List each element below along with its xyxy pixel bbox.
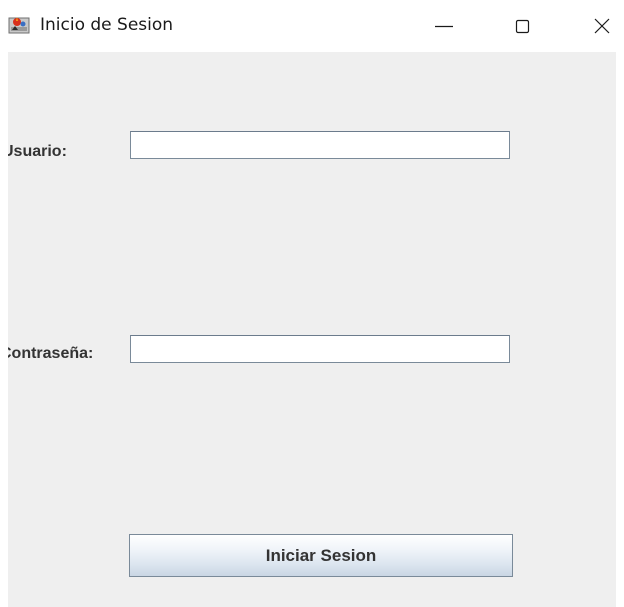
close-icon: [594, 18, 610, 34]
login-button[interactable]: Iniciar Sesion: [129, 534, 513, 577]
minimize-button[interactable]: [418, 0, 470, 52]
login-form-panel: Usuario: Contraseña: Iniciar Sesion: [8, 52, 616, 607]
login-window: Inicio de Sesion Usuario: Contraseña: In…: [0, 0, 624, 607]
maximize-button[interactable]: [496, 0, 548, 52]
close-button[interactable]: [572, 0, 624, 52]
password-input[interactable]: [130, 335, 510, 363]
user-label: Usuario:: [8, 143, 67, 160]
title-bar[interactable]: Inicio de Sesion: [0, 0, 624, 52]
maximize-icon: [515, 19, 530, 34]
window-title: Inicio de Sesion: [40, 15, 174, 35]
user-input[interactable]: [130, 131, 510, 159]
minimize-icon: [435, 25, 453, 28]
java-app-icon: [8, 15, 30, 35]
password-label: Contraseña:: [8, 345, 94, 362]
